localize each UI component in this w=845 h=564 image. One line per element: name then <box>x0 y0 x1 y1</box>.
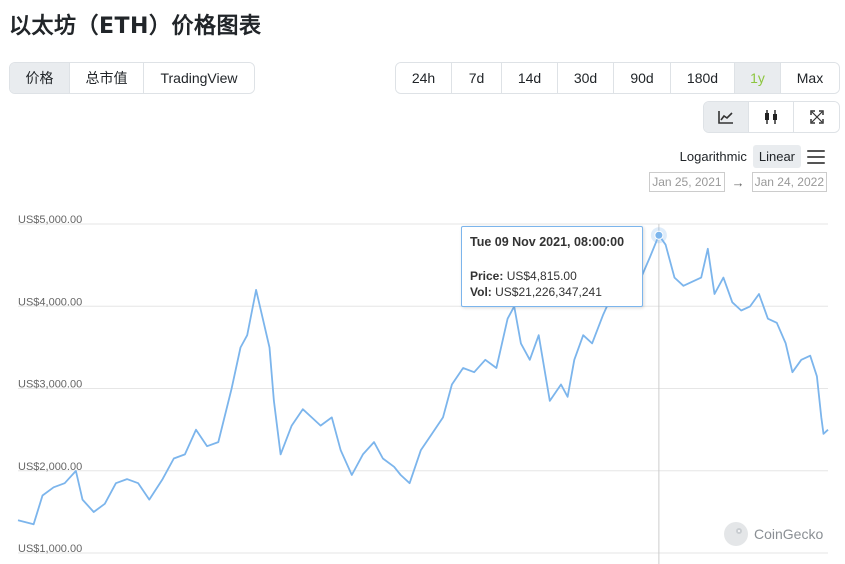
menu-icon[interactable] <box>807 149 825 164</box>
view-tabs: 价格 总市值 TradingView <box>9 62 255 94</box>
date-range: Jan 25, 2021 → Jan 24, 2022 <box>649 172 827 192</box>
fullscreen-button[interactable] <box>794 102 839 132</box>
date-from-input[interactable]: Jan 25, 2021 <box>649 172 725 192</box>
range-max-button[interactable]: Max <box>781 63 839 93</box>
y-tick-label: US$2,000.00 <box>18 461 82 473</box>
line-chart-icon <box>718 111 733 124</box>
tooltip-date: Tue 09 Nov 2021, 08:00:00 <box>470 235 625 249</box>
range-7d-button[interactable]: 7d <box>452 63 502 93</box>
tooltip-price-label: Price: <box>470 269 504 283</box>
y-tick-label: US$1,000.00 <box>18 543 82 555</box>
scale-linear-option[interactable]: Linear <box>752 145 801 168</box>
range-tabs: 24h 7d 14d 30d 90d 180d 1y Max <box>395 62 840 94</box>
scale-toggle: Logarithmic Linear <box>674 145 825 168</box>
page-title: 以太坊（ETH）价格图表 <box>9 14 262 39</box>
candlestick-icon <box>765 110 777 124</box>
coingecko-logo-icon <box>724 522 748 546</box>
line-chart-button[interactable] <box>704 102 749 132</box>
y-tick-label: US$4,000.00 <box>18 296 82 308</box>
range-14d-button[interactable]: 14d <box>502 63 558 93</box>
candlestick-button[interactable] <box>749 102 794 132</box>
range-24h-button[interactable]: 24h <box>396 63 452 93</box>
tooltip-price-value: US$4,815.00 <box>506 269 577 283</box>
hover-point[interactable] <box>654 230 664 240</box>
chart-tooltip: Tue 09 Nov 2021, 08:00:00 Price: US$4,81… <box>461 226 643 307</box>
tab-price[interactable]: 价格 <box>10 63 70 93</box>
range-30d-button[interactable]: 30d <box>558 63 614 93</box>
y-tick-label: US$3,000.00 <box>18 379 82 391</box>
range-90d-button[interactable]: 90d <box>614 63 671 93</box>
price-chart[interactable]: US$1,000.00 US$2,000.00 US$3,000.00 US$4,00… <box>0 200 845 564</box>
tab-market-cap[interactable]: 总市值 <box>70 63 144 93</box>
price-series-line[interactable] <box>17 234 829 526</box>
date-to-input[interactable]: Jan 24, 2022 <box>751 172 827 192</box>
chart-tools <box>703 101 840 133</box>
scale-logarithmic-option[interactable]: Logarithmic <box>674 145 753 168</box>
range-180d-button[interactable]: 180d <box>671 63 735 93</box>
coingecko-watermark: CoinGecko <box>724 522 823 546</box>
tab-tradingview[interactable]: TradingView <box>144 63 254 93</box>
fullscreen-icon <box>809 110 824 124</box>
tooltip-vol-value: US$21,226,347,241 <box>495 285 602 299</box>
y-tick-label: US$5,000.00 <box>18 214 82 226</box>
arrow-right-icon: → <box>731 174 745 190</box>
tooltip-vol-label: Vol: <box>470 285 492 299</box>
watermark-text: CoinGecko <box>754 526 824 542</box>
range-1y-button[interactable]: 1y <box>735 63 781 93</box>
